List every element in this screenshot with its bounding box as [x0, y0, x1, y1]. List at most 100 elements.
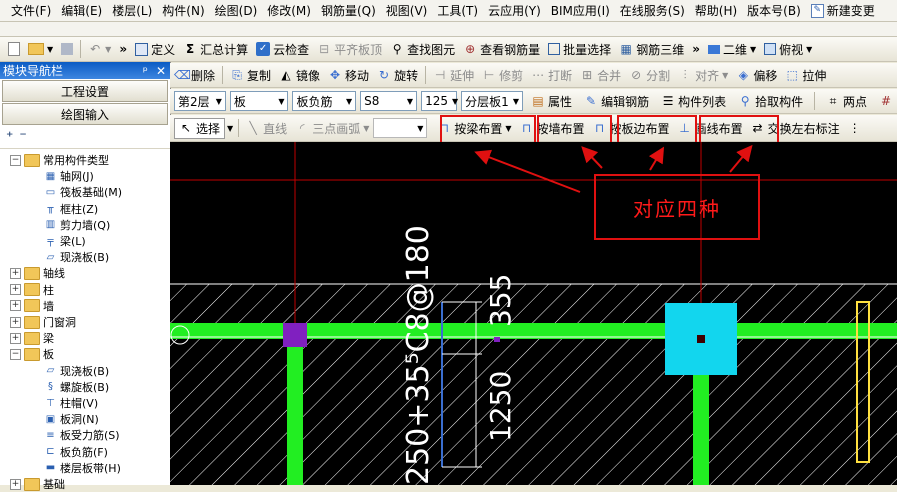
pin-icon[interactable]: ᵖ [143, 64, 148, 78]
menu-help[interactable]: 帮助(H) [690, 0, 742, 21]
tree-item[interactable]: + 墙 [10, 298, 54, 314]
new-file-button[interactable] [4, 38, 24, 61]
align-button[interactable]: ⫶ 对齐 ▼ [674, 64, 732, 87]
tree-item[interactable]: ╤ 梁(L) [44, 233, 85, 249]
tree-item[interactable]: § 螺旋板(B) [44, 379, 109, 395]
close-icon[interactable]: ✕ [156, 64, 166, 78]
floor-select[interactable]: 第2层 ▼ [174, 91, 226, 111]
arc-option-select[interactable]: ▼ [373, 118, 428, 138]
select-button[interactable]: ↖ 选择 [174, 117, 226, 139]
menu-version[interactable]: 版本号(B) [742, 0, 806, 21]
expand-icon[interactable]: + [10, 300, 21, 312]
batch-select-button[interactable]: 批量选择 [544, 38, 615, 61]
expand-icon[interactable]: + [10, 478, 21, 490]
move-button[interactable]: ✥ 移动 [324, 64, 373, 87]
component-list-button[interactable]: ☰ 构件列表 [657, 90, 730, 113]
tree-item[interactable]: ≡ 板受力筋(S) [44, 427, 119, 443]
menu-rebar-quantity[interactable]: 钢筋量(Q) [316, 0, 381, 21]
menu-modify[interactable]: 修改(M) [262, 0, 316, 21]
arc-button[interactable]: ◜ 三点画弧 ▼ [291, 117, 373, 140]
pick-component-button[interactable]: ⚲ 拾取构件 [734, 90, 807, 113]
mirror-button[interactable]: ◭ 镜像 [275, 64, 324, 87]
properties-button[interactable]: ▤ 属性 [527, 90, 576, 113]
tree-item[interactable]: ▥ 剪力墙(Q) [44, 217, 110, 233]
collapse-icon[interactable]: − [10, 154, 21, 166]
view-mode-select[interactable]: 二维 ▼ [704, 38, 760, 61]
line-button[interactable]: ╲ 直线 [242, 117, 291, 140]
undo-button[interactable]: ↶ ▼ [84, 38, 115, 61]
drawing-canvas[interactable]: 250+35⁵C8@180 355 1250 [170, 142, 897, 485]
tree-item[interactable]: ▭ 筏板基础(M) [44, 184, 122, 200]
expand-icon[interactable]: + [10, 332, 21, 344]
category-select[interactable]: 板 ▼ [229, 91, 289, 111]
menu-floor[interactable]: 楼层(L) [107, 0, 157, 21]
component-name-select[interactable]: S8 ▼ [360, 91, 418, 111]
tree-item[interactable]: ▱ 现浇板(B) [44, 249, 110, 265]
break-button[interactable]: ⋯ 打断 [527, 64, 576, 87]
menu-online[interactable]: 在线服务(S) [615, 0, 690, 21]
delete-button[interactable]: ⌫ 删除 [170, 64, 219, 87]
menu-bim[interactable]: BIM应用(I) [546, 0, 615, 21]
view-direction-select[interactable]: 俯视 ▼ [760, 38, 816, 61]
find-element-button[interactable]: ⚲ 查找图元 [386, 38, 459, 61]
menu-file[interactable]: 文件(F) [6, 0, 56, 21]
tree-item[interactable]: + 梁 [10, 330, 54, 346]
extend-button[interactable]: ⊣ 延伸 [429, 64, 478, 87]
menu-new-change[interactable]: ✎ 新建变更 [806, 0, 880, 21]
stretch-button[interactable]: ⬚ 拉伸 [781, 64, 830, 87]
tree-item[interactable]: ▣ 板洞(N) [44, 411, 99, 427]
collapse-icon[interactable]: − [10, 348, 21, 360]
tree-item[interactable]: − 板 [10, 346, 54, 362]
more-chevron-2[interactable]: » [688, 38, 704, 61]
expand-icon[interactable]: + [10, 267, 21, 279]
flush-slab-button[interactable]: ⊟ 平齐板顶 [313, 38, 386, 61]
expand-icon[interactable]: + [10, 284, 21, 296]
copy-button[interactable]: ⎘ 复制 [226, 64, 275, 87]
tree-item[interactable]: − 常用构件类型 [10, 152, 109, 168]
project-settings-button[interactable]: 工程设置 [2, 80, 168, 102]
collapse-all-icon[interactable]: ⁻ [19, 129, 26, 145]
more-chevron[interactable]: » [115, 38, 131, 61]
offset-button[interactable]: ◈ 偏移 [732, 64, 781, 87]
tree-item[interactable]: ⊤ 柱帽(V) [44, 395, 98, 411]
merge-button[interactable]: ⊞ 合并 [576, 64, 625, 87]
tree-item[interactable]: ▱ 现浇板(B) [44, 363, 110, 379]
define-button[interactable]: 定义 [131, 38, 179, 61]
rebar-3d-button[interactable]: ▦ 钢筋三维 [615, 38, 688, 61]
menu-cloud[interactable]: 云应用(Y) [483, 0, 546, 21]
menu-component[interactable]: 构件(N) [157, 0, 209, 21]
save-button[interactable] [57, 38, 77, 61]
dropdown-arrow-icon[interactable]: ▼ [225, 124, 235, 133]
summary-calc-button[interactable]: Σ 汇总计算 [179, 38, 252, 61]
tree-item[interactable]: ▬ 楼层板带(H) [44, 460, 121, 476]
component-type-select[interactable]: 板负筋 ▼ [292, 91, 357, 111]
tree-item[interactable]: + 轴线 [10, 265, 65, 281]
menu-draw[interactable]: 绘图(D) [210, 0, 263, 21]
expand-icon[interactable]: + [10, 316, 21, 328]
dropdown-arrow-icon: ▼ [47, 44, 54, 54]
more-button[interactable]: ⋮ [844, 117, 866, 140]
expand-all-icon[interactable]: ⁺ [6, 129, 13, 145]
view-rebar-button[interactable]: ⊕ 查看钢筋量 [459, 38, 544, 61]
rotate-button[interactable]: ↻ 旋转 [373, 64, 422, 87]
drawing-input-button[interactable]: 绘图输入 [2, 103, 168, 125]
tree-item[interactable]: ╥ 框柱(Z) [44, 201, 98, 217]
edit-rebar-button[interactable]: ✎ 编辑钢筋 [580, 90, 653, 113]
trim-button[interactable]: ⊢ 修剪 [478, 64, 527, 87]
open-file-button[interactable]: ▼ [24, 38, 57, 61]
grid-icon-button[interactable]: # [875, 90, 897, 113]
tree-item-label: 板 [43, 348, 54, 362]
menu-tools[interactable]: 工具(T) [432, 0, 483, 21]
tree-item[interactable]: + 柱 [10, 282, 54, 298]
two-point-button[interactable]: ⌗ 两点 [822, 90, 871, 113]
split-button[interactable]: ⊘ 分割 [625, 64, 674, 87]
tree-item[interactable]: ⊏ 板负筋(F) [44, 444, 108, 460]
layer-select[interactable]: 分层板1 ▼ [461, 91, 524, 111]
menu-edit[interactable]: 编辑(E) [56, 0, 107, 21]
tree-item[interactable]: + 基础 [10, 476, 65, 492]
tree-item[interactable]: + 门窗洞 [10, 314, 76, 330]
number-select[interactable]: 125 ▼ [421, 91, 458, 111]
tree-item[interactable]: ▦ 轴网(J) [44, 168, 94, 184]
menu-view[interactable]: 视图(V) [381, 0, 433, 21]
cloud-check-button[interactable]: ✓ 云检查 [252, 38, 313, 61]
